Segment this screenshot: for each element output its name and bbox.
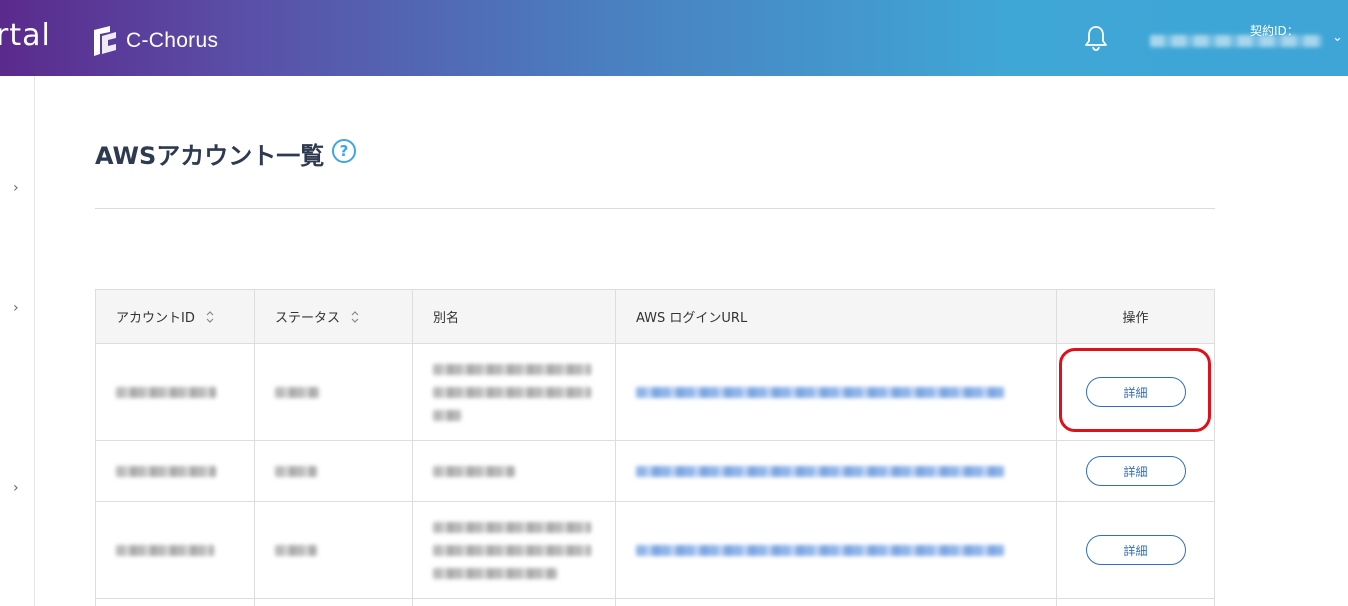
column-label: 別名 (433, 311, 460, 326)
column-header-account-id[interactable]: アカウントID (96, 290, 255, 343)
help-icon[interactable]: ? (332, 139, 356, 163)
redacted-alias (433, 465, 515, 477)
table-header-row: アカウントID ステータス 別名 AWS ログインURL 操作 (96, 290, 1214, 344)
aws-account-table: アカウントID ステータス 別名 AWS ログインURL 操作 詳細 詳細 詳細 (95, 289, 1215, 606)
column-label: AWS ログインURL (636, 311, 748, 326)
page-title: AWSアカウント一覧 (95, 142, 325, 170)
redacted-account-id (116, 465, 216, 477)
account-id-cell (96, 502, 255, 598)
chevron-down-icon[interactable]: ⌄ (1332, 30, 1343, 45)
table-row: 詳細 (96, 441, 1214, 502)
login-url-cell (616, 502, 1057, 598)
top-header: rtal C-Chorus 契約ID： ⌄ (0, 0, 1348, 76)
redacted-account-id (116, 386, 216, 398)
account-id-cell (96, 344, 255, 440)
detail-button[interactable]: 詳細 (1085, 535, 1186, 565)
redacted-status (275, 386, 319, 398)
actions-cell (1057, 599, 1214, 606)
highlight-annotation (1059, 348, 1211, 432)
redacted-login-url-link[interactable] (636, 386, 1004, 398)
actions-cell: 詳細 (1057, 502, 1214, 598)
alias-cell (413, 502, 616, 598)
redacted-login-url-link[interactable] (636, 544, 1004, 556)
login-url-cell (616, 344, 1057, 440)
redacted-login-url-link[interactable] (636, 465, 1004, 477)
redacted-user-info[interactable] (1150, 35, 1322, 47)
portal-title-fragment: rtal (0, 18, 51, 53)
status-cell (255, 441, 413, 501)
alias-cell (413, 599, 616, 606)
column-label: 操作 (1122, 311, 1149, 326)
login-url-cell (616, 441, 1057, 501)
redacted-account-id (116, 544, 214, 556)
redacted-status (275, 544, 317, 556)
sidebar: › › › (0, 76, 35, 606)
actions-cell: 詳細 (1057, 441, 1214, 501)
alias-cell (413, 441, 616, 501)
status-cell (255, 502, 413, 598)
column-header-login-url: AWS ログインURL (616, 290, 1057, 343)
column-header-alias: 別名 (413, 290, 616, 343)
table-row (96, 599, 1214, 606)
column-label: ステータス (275, 311, 341, 326)
status-cell (255, 344, 413, 440)
status-cell (255, 599, 413, 606)
alias-cell (413, 344, 616, 440)
table-row: 詳細 (96, 502, 1214, 599)
sort-icon[interactable] (205, 310, 215, 324)
table-row: 詳細 (96, 344, 1214, 441)
detail-button[interactable]: 詳細 (1085, 456, 1186, 486)
column-header-status[interactable]: ステータス (255, 290, 413, 343)
redacted-alias (433, 363, 591, 421)
sidebar-expand-icon[interactable]: › (13, 300, 19, 316)
login-url-cell (616, 599, 1057, 606)
logo-text: C-Chorus (126, 29, 219, 52)
sidebar-expand-icon[interactable]: › (13, 480, 19, 496)
account-id-cell (96, 441, 255, 501)
sidebar-expand-icon[interactable]: › (13, 180, 19, 196)
redacted-alias (433, 521, 591, 579)
account-id-cell (96, 599, 255, 606)
redacted-status (275, 465, 317, 477)
column-label: アカウントID (116, 311, 195, 326)
sort-icon[interactable] (350, 310, 360, 324)
c-chorus-logo-icon (94, 26, 116, 56)
c-chorus-logo[interactable]: C-Chorus (90, 24, 218, 58)
bell-icon[interactable] (1082, 24, 1110, 52)
title-divider (95, 208, 1215, 209)
column-header-actions: 操作 (1057, 290, 1214, 343)
